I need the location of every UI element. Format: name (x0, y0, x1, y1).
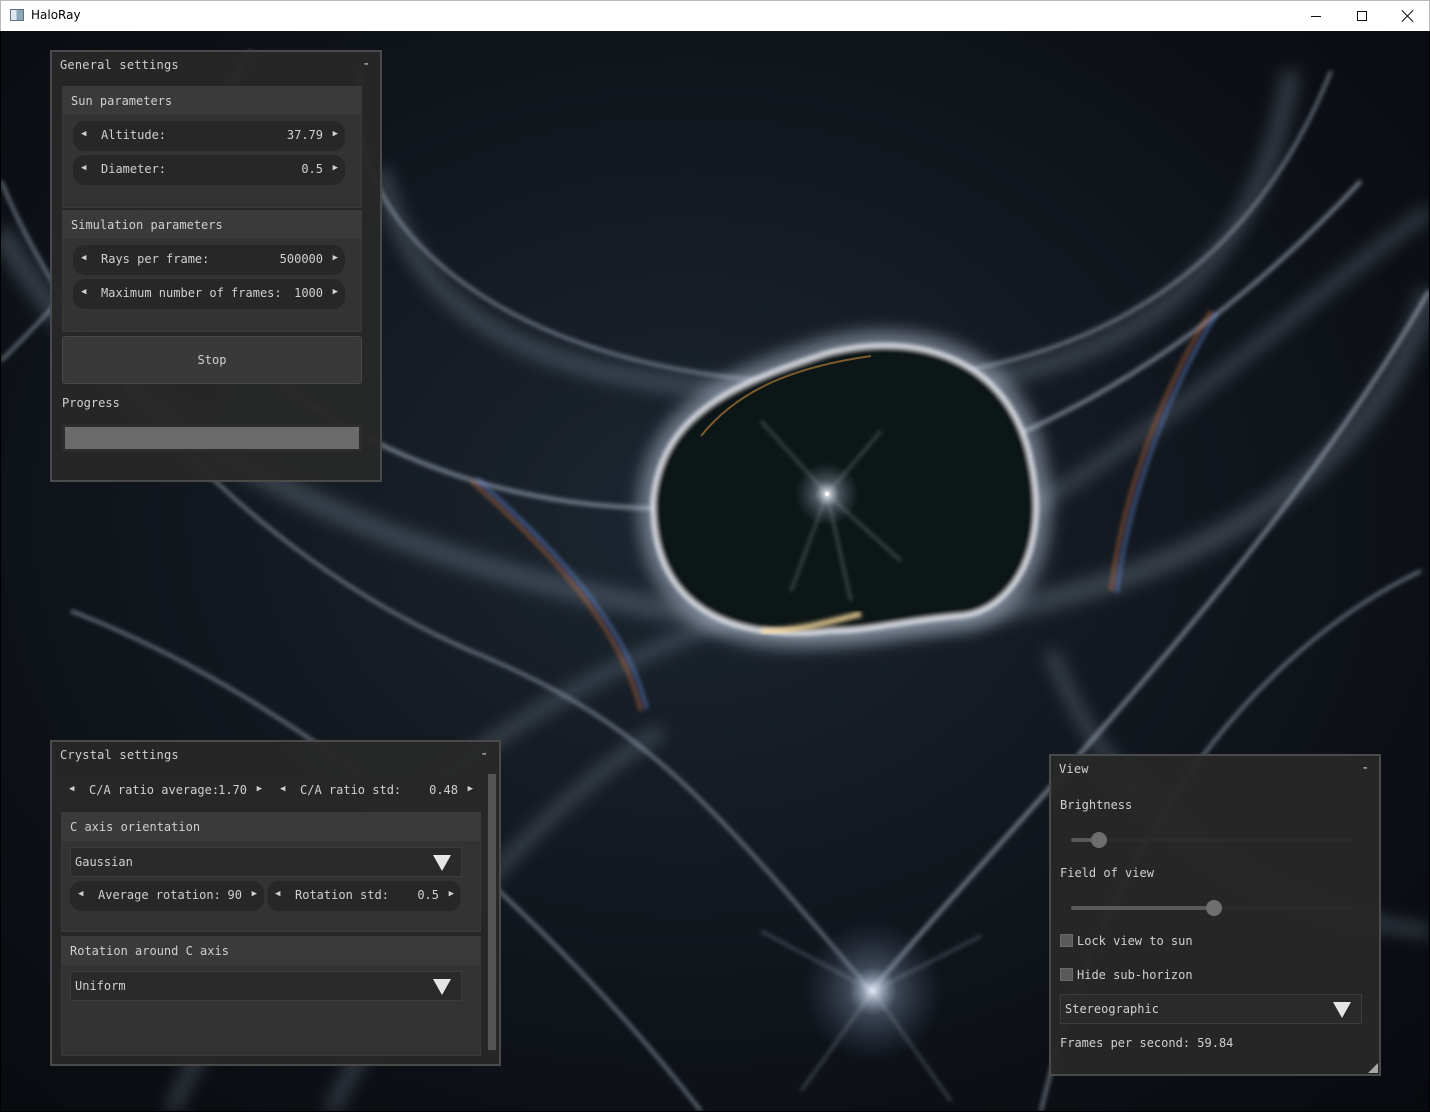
diameter-decrease-icon[interactable]: ◀ (81, 163, 86, 173)
hide-sub-horizon-label: Hide sub-horizon (1077, 968, 1193, 982)
field-of-view-slider-fill (1071, 906, 1214, 910)
resize-grip-icon[interactable] (1368, 1063, 1378, 1073)
diameter-drag-field[interactable]: ◀ Diameter: 0.5 ▶ (73, 155, 345, 185)
sun-parameters-header: Sun parameters (63, 87, 361, 115)
general-settings-collapse-button[interactable]: - (362, 56, 370, 72)
window-title: HaloRay (31, 8, 81, 22)
maximize-button[interactable] (1339, 1, 1385, 31)
rotation-std-value: 0.5 (417, 888, 439, 902)
view-collapse-button[interactable]: - (1361, 760, 1369, 776)
ca-average-decrease-icon[interactable]: ◀ (69, 784, 74, 794)
window-titlebar: HaloRay (0, 0, 1430, 31)
rays-increase-icon[interactable]: ▶ (333, 253, 338, 263)
rotation-around-c-axis-header: Rotation around C axis (62, 937, 480, 965)
rotation-dropdown-arrow-icon[interactable] (433, 979, 451, 995)
diameter-label: Diameter: (101, 162, 167, 176)
field-of-view-label: Field of view (1060, 866, 1154, 880)
average-rotation-label: Average rotation: (98, 888, 221, 902)
projection-dropdown-arrow-icon[interactable] (1333, 1002, 1351, 1018)
hide-sub-horizon-checkbox[interactable] (1060, 968, 1073, 981)
general-settings-panel: General settings - Sun parameters ◀ Alti… (50, 50, 382, 482)
ca-std-decrease-icon[interactable]: ◀ (280, 784, 285, 794)
lock-view-label: Lock view to sun (1077, 934, 1193, 948)
average-rotation-value: 90 (227, 888, 242, 902)
ca-std-increase-icon[interactable]: ▶ (468, 784, 473, 794)
max-frames-value: 1000 (294, 286, 323, 300)
close-button[interactable] (1385, 1, 1430, 31)
crystal-settings-title: Crystal settings (60, 748, 179, 762)
c-axis-distribution-combo[interactable]: Gaussian (70, 847, 462, 877)
crystal-settings-scrollbar[interactable] (487, 772, 497, 1052)
stop-button[interactable]: Stop (62, 336, 362, 384)
max-frames-label: Maximum number of frames: (101, 286, 282, 300)
brightness-slider-thumb[interactable] (1091, 832, 1107, 848)
rotation-std-increase-icon[interactable]: ▶ (449, 889, 454, 899)
c-axis-orientation-group: C axis orientation Gaussian ◀ Average ro… (61, 812, 481, 932)
rays-per-frame-label: Rays per frame: (101, 252, 210, 266)
rotation-std-label: Rotation std: (295, 888, 389, 902)
altitude-value: 37.79 (286, 128, 323, 142)
ca-ratio-std-label: C/A ratio std: (300, 783, 402, 797)
sun-parameters-group: Sun parameters ◀ Altitude: 37.79 ▶ ◀ Dia… (62, 86, 362, 208)
view-panel: View - Brightness Field of view Lock vie… (1049, 754, 1381, 1076)
max-frames-decrease-icon[interactable]: ◀ (81, 287, 86, 297)
app-window-icon (10, 9, 24, 21)
rays-decrease-icon[interactable]: ◀ (81, 253, 86, 263)
rotation-distribution-combo[interactable]: Uniform (70, 971, 462, 1001)
altitude-increase-icon[interactable]: ▶ (333, 129, 338, 139)
crystal-settings-collapse-button[interactable]: - (480, 746, 488, 762)
rays-per-frame-value: 500000 (279, 252, 323, 266)
brightness-label: Brightness (1060, 798, 1133, 812)
rotation-around-c-axis-group: Rotation around C axis Uniform (61, 936, 481, 1056)
altitude-drag-field[interactable]: ◀ Altitude: 37.79 ▶ (73, 121, 345, 151)
altitude-decrease-icon[interactable]: ◀ (81, 129, 86, 139)
progress-label: Progress (62, 396, 120, 410)
rays-per-frame-drag-field[interactable]: ◀ Rays per frame: 500000 ▶ (73, 245, 345, 275)
minimize-button[interactable] (1293, 1, 1339, 31)
view-title: View (1059, 762, 1089, 776)
rotation-distribution-value: Uniform (75, 979, 126, 993)
general-settings-title: General settings (60, 58, 179, 72)
brightness-slider[interactable] (1071, 838, 1351, 842)
ca-ratio-average-value: 1.70 (218, 783, 247, 797)
lock-view-checkbox[interactable] (1060, 934, 1073, 947)
ca-ratio-std-drag-field[interactable]: ◀ C/A ratio std: 0.48 ▶ (272, 776, 480, 806)
diameter-increase-icon[interactable]: ▶ (333, 163, 338, 173)
c-axis-orientation-header: C axis orientation (62, 813, 480, 841)
max-frames-drag-field[interactable]: ◀ Maximum number of frames: 1000 ▶ (73, 279, 345, 309)
maximize-icon (1357, 11, 1367, 21)
average-rotation-decrease-icon[interactable]: ◀ (78, 889, 83, 899)
simulation-parameters-group: Simulation parameters ◀ Rays per frame: … (62, 210, 362, 332)
ca-average-increase-icon[interactable]: ▶ (257, 784, 262, 794)
projection-value: Stereographic (1065, 1002, 1159, 1016)
fps-readout: Frames per second: 59.84 (1060, 1036, 1234, 1050)
diameter-value: 0.5 (301, 162, 323, 176)
ca-ratio-std-value: 0.48 (429, 783, 458, 797)
close-icon (1402, 10, 1414, 22)
rotation-std-drag-field[interactable]: ◀ Rotation std: 0.5 ▶ (267, 881, 461, 911)
average-rotation-drag-field[interactable]: ◀ Average rotation: 90 ▶ (70, 881, 264, 911)
progress-bar (62, 424, 362, 452)
field-of-view-slider-thumb[interactable] (1205, 900, 1222, 916)
average-rotation-increase-icon[interactable]: ▶ (252, 889, 257, 899)
minimize-icon (1311, 15, 1321, 17)
ca-ratio-average-drag-field[interactable]: ◀ C/A ratio average: 1.70 ▶ (61, 776, 269, 806)
c-axis-dropdown-arrow-icon[interactable] (433, 855, 451, 871)
c-axis-distribution-value: Gaussian (75, 855, 133, 869)
altitude-label: Altitude: (101, 128, 167, 142)
ca-ratio-average-label: C/A ratio average: (89, 783, 220, 797)
projection-combo[interactable]: Stereographic (1060, 994, 1362, 1024)
crystal-settings-panel: Crystal settings - ◀ C/A ratio average: … (50, 740, 501, 1066)
crystal-settings-scroll-thumb[interactable] (488, 774, 496, 1050)
rotation-std-decrease-icon[interactable]: ◀ (275, 889, 280, 899)
simulation-parameters-header: Simulation parameters (63, 211, 361, 239)
max-frames-increase-icon[interactable]: ▶ (333, 287, 338, 297)
